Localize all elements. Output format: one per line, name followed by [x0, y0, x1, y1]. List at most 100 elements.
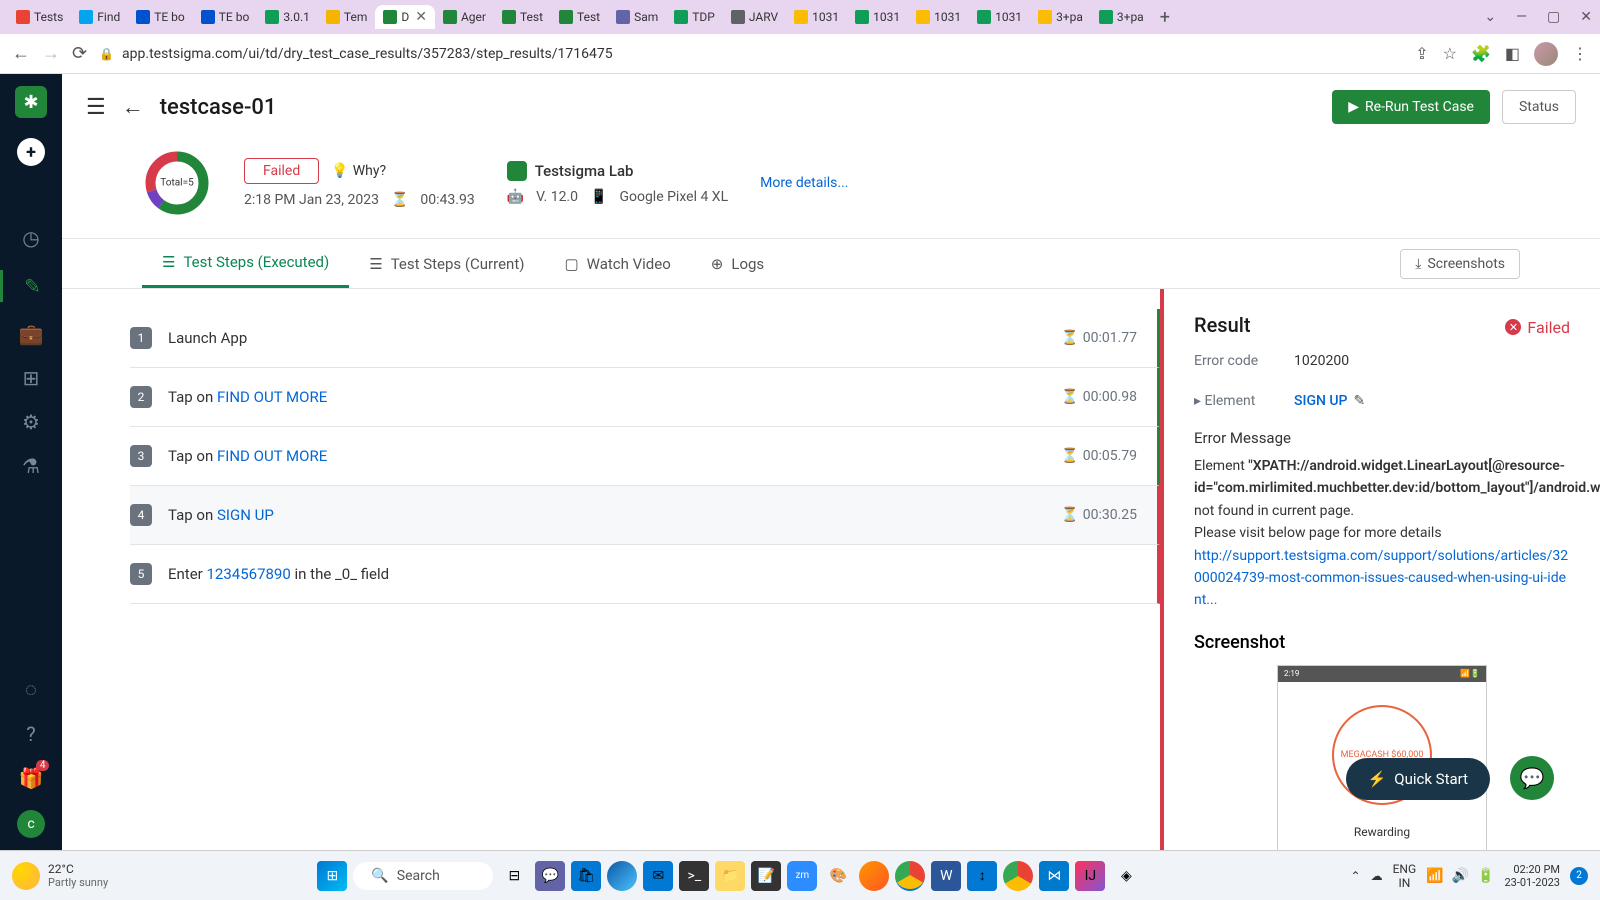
store-icon[interactable]: 🛍: [571, 861, 601, 891]
extensions-icon[interactable]: 🧩: [1471, 44, 1491, 63]
weather-widget[interactable]: 22°C Partly sunny: [12, 862, 108, 890]
more-details-link[interactable]: More details...: [760, 175, 848, 191]
error-help-link[interactable]: http://support.testsigma.com/support/sol…: [1194, 548, 1568, 609]
tray-chevron-icon[interactable]: ⌃: [1351, 869, 1361, 883]
taskbar-search[interactable]: 🔍Search: [353, 862, 493, 890]
browser-tab[interactable]: Find: [71, 6, 128, 28]
new-tab-button[interactable]: +: [1160, 7, 1170, 28]
browser-tab[interactable]: Test: [494, 6, 551, 28]
wifi-icon[interactable]: 📶: [1426, 868, 1443, 884]
edge-icon[interactable]: [607, 861, 637, 891]
browser-tab[interactable]: TDP: [666, 6, 723, 28]
step-item[interactable]: 2Tap on FIND OUT MORE⏳00:00.98: [130, 368, 1160, 427]
word-icon[interactable]: W: [931, 861, 961, 891]
browser-tab[interactable]: D✕: [375, 5, 435, 29]
forward-button[interactable]: →: [42, 43, 60, 64]
tab-close-icon[interactable]: ✕: [415, 9, 427, 25]
devices-icon[interactable]: ⊞: [23, 366, 40, 390]
browser-tab[interactable]: TE bo: [193, 6, 258, 28]
screenshots-button[interactable]: ⤓Screenshots: [1400, 249, 1520, 279]
address-bar[interactable]: 🔒 app.testsigma.com/ui/td/dry_test_case_…: [99, 46, 1403, 62]
dropdown-icon[interactable]: ⌄: [1484, 9, 1496, 25]
status-button[interactable]: Status: [1502, 90, 1576, 124]
step-item[interactable]: 3Tap on FIND OUT MORE⏳00:05.79: [130, 427, 1160, 486]
step-element-link[interactable]: 1234567890: [206, 565, 290, 583]
tab-test-steps-current[interactable]: ☰Test Steps (Current): [349, 241, 544, 287]
why-link[interactable]: 💡Why?: [331, 163, 386, 179]
chrome-canary-icon[interactable]: [1003, 861, 1033, 891]
reload-button[interactable]: ⟳: [72, 43, 87, 64]
hamburger-menu-icon[interactable]: ☰: [86, 95, 106, 120]
close-window-button[interactable]: ✕: [1580, 9, 1592, 25]
back-arrow-icon[interactable]: ←: [122, 94, 144, 120]
task-view-icon[interactable]: ⊟: [499, 861, 529, 891]
quick-start-button[interactable]: ⚡Quick Start: [1346, 758, 1490, 800]
minimize-button[interactable]: —: [1516, 9, 1527, 25]
step-item[interactable]: 1Launch App⏳00:01.77: [130, 309, 1160, 368]
zoom-icon[interactable]: zm: [787, 861, 817, 891]
add-button[interactable]: +: [17, 138, 45, 166]
intellij-icon[interactable]: IJ: [1075, 861, 1105, 891]
rerun-button[interactable]: ▶Re-Run Test Case: [1332, 90, 1490, 124]
briefcase-icon[interactable]: 💼: [19, 322, 44, 346]
back-button[interactable]: ←: [12, 43, 30, 64]
chrome-menu-icon[interactable]: ⋮: [1572, 44, 1588, 63]
element-value[interactable]: SIGN UP: [1294, 393, 1347, 409]
browser-tab[interactable]: TE bo: [128, 6, 193, 28]
gift-icon[interactable]: 🎁4: [19, 766, 44, 790]
step-item[interactable]: 4Tap on SIGN UP⏳00:30.25: [130, 486, 1160, 545]
step-element-link[interactable]: SIGN UP: [217, 506, 274, 524]
teams-icon[interactable]: 💬: [535, 861, 565, 891]
browser-tab[interactable]: 1031: [969, 6, 1030, 28]
puzzle-icon[interactable]: ⚗: [22, 454, 40, 478]
onedrive-icon[interactable]: ☁: [1371, 869, 1383, 883]
vscode-icon[interactable]: ⋈: [1039, 861, 1069, 891]
dashboard-icon[interactable]: ◷: [22, 226, 39, 250]
terminal-icon[interactable]: >_: [679, 861, 709, 891]
browser-tab[interactable]: 3.0.1: [257, 6, 318, 28]
browser-tab[interactable]: Test: [551, 6, 608, 28]
profile-avatar[interactable]: [1534, 42, 1558, 66]
start-button[interactable]: ⊞: [317, 861, 347, 891]
bookmark-icon[interactable]: ☆: [1443, 44, 1457, 63]
browser-tab[interactable]: Tests: [8, 6, 71, 28]
browser-tab[interactable]: 1031: [847, 6, 908, 28]
help-icon[interactable]: ?: [26, 722, 35, 746]
chrome-icon[interactable]: [895, 861, 925, 891]
tab-test-steps-executed[interactable]: ☰Test Steps (Executed): [142, 239, 349, 288]
firefox-icon[interactable]: [859, 861, 889, 891]
browser-tab[interactable]: 3+pa: [1030, 6, 1091, 28]
step-element-link[interactable]: FIND OUT MORE: [217, 388, 327, 406]
browser-tab[interactable]: JARV: [723, 6, 786, 28]
notepad-icon[interactable]: 📝: [751, 861, 781, 891]
browser-tab[interactable]: Tem: [318, 6, 375, 28]
maximize-button[interactable]: ▢: [1547, 9, 1560, 25]
app-logo[interactable]: ✱: [15, 86, 47, 118]
tab-watch-video[interactable]: ▢Watch Video: [544, 241, 690, 287]
browser-tab[interactable]: Sam: [608, 6, 666, 28]
loading-icon[interactable]: ◌: [25, 677, 37, 702]
user-avatar[interactable]: c: [17, 810, 45, 838]
clock[interactable]: 02:20 PM 23-01-2023: [1504, 863, 1560, 889]
edit-icon[interactable]: ✎: [0, 270, 62, 302]
app-icon-3[interactable]: ◈: [1111, 861, 1141, 891]
step-element-link[interactable]: FIND OUT MORE: [217, 447, 327, 465]
battery-icon[interactable]: 🔋: [1477, 868, 1494, 884]
share-icon[interactable]: ⇪: [1415, 44, 1428, 63]
browser-tab[interactable]: Ager: [435, 6, 494, 28]
sidepanel-icon[interactable]: ◧: [1505, 44, 1520, 63]
tab-logs[interactable]: ⊕Logs: [691, 241, 784, 287]
expand-icon[interactable]: ▸: [1194, 393, 1201, 409]
browser-tab[interactable]: 1031: [786, 6, 847, 28]
browser-tab[interactable]: 1031: [908, 6, 969, 28]
notification-badge[interactable]: 2: [1570, 867, 1588, 885]
app-icon-1[interactable]: 🎨: [823, 861, 853, 891]
settings-icon[interactable]: ⚙: [22, 410, 40, 434]
step-item[interactable]: 5Enter 1234567890 in the _0_ field: [130, 545, 1160, 604]
explorer-icon[interactable]: 📁: [715, 861, 745, 891]
browser-tab[interactable]: 3+pa: [1091, 6, 1152, 28]
chat-fab[interactable]: 💬: [1510, 756, 1554, 800]
volume-icon[interactable]: 🔊: [1452, 868, 1469, 884]
mail-icon[interactable]: ✉: [643, 861, 673, 891]
app-icon-2[interactable]: ↕: [967, 861, 997, 891]
